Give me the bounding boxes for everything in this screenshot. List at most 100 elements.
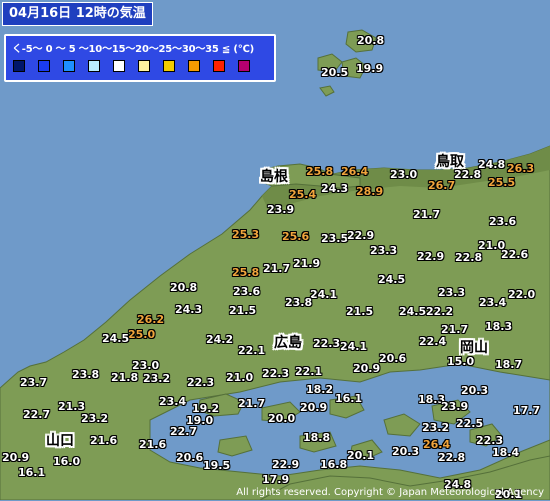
station-temperature: 22.9 bbox=[347, 229, 375, 242]
station-temperature: 21.6 bbox=[90, 434, 118, 447]
station-temperature: 18.3 bbox=[485, 320, 513, 333]
station-temperature: 25.4 bbox=[289, 188, 317, 201]
station-temperature: 20.8 bbox=[170, 281, 198, 294]
station-temperature: 20.8 bbox=[357, 34, 385, 47]
station-temperature: 22.2 bbox=[426, 305, 454, 318]
station-temperature: 24.3 bbox=[175, 303, 203, 316]
station-temperature: 23.2 bbox=[81, 412, 109, 425]
station-temperature: 28.9 bbox=[356, 185, 384, 198]
legend-swatch bbox=[163, 60, 175, 72]
station-temperature: 22.7 bbox=[170, 425, 198, 438]
station-temperature: 21.7 bbox=[413, 208, 441, 221]
prefecture-label-shimane: 島根 bbox=[260, 169, 288, 185]
station-temperature: 24.3 bbox=[321, 182, 349, 195]
station-temperature: 26.3 bbox=[507, 162, 535, 175]
station-temperature: 24.5 bbox=[102, 332, 130, 345]
legend-swatch bbox=[188, 60, 200, 72]
legend-swatch bbox=[113, 60, 125, 72]
station-temperature: 20.0 bbox=[268, 412, 296, 425]
station-temperature: 18.8 bbox=[303, 431, 331, 444]
station-temperature: 25.6 bbox=[282, 230, 310, 243]
station-temperature: 23.3 bbox=[370, 244, 398, 257]
station-temperature: 23.2 bbox=[422, 421, 450, 434]
station-temperature: 22.8 bbox=[438, 451, 466, 464]
station-temperature: 23.5 bbox=[321, 232, 349, 245]
prefecture-label-okayama: 岡山 bbox=[460, 340, 488, 356]
station-temperature: 23.4 bbox=[159, 395, 187, 408]
legend-swatch bbox=[238, 60, 250, 72]
station-temperature: 24.1 bbox=[340, 340, 368, 353]
station-temperature: 23.8 bbox=[72, 368, 100, 381]
station-temperature: 22.5 bbox=[456, 417, 484, 430]
station-temperature: 20.9 bbox=[2, 451, 30, 464]
station-temperature: 25.5 bbox=[488, 176, 516, 189]
legend-swatch bbox=[213, 60, 225, 72]
station-temperature: 16.1 bbox=[18, 466, 46, 479]
station-temperature: 25.8 bbox=[306, 165, 334, 178]
station-temperature: 18.2 bbox=[306, 383, 334, 396]
station-temperature: 22.9 bbox=[272, 458, 300, 471]
station-temperature: 23.9 bbox=[267, 203, 295, 216]
station-temperature: 21.0 bbox=[226, 371, 254, 384]
station-temperature: 26.4 bbox=[341, 165, 369, 178]
station-temperature: 20.1 bbox=[347, 449, 375, 462]
station-temperature: 25.0 bbox=[128, 328, 156, 341]
station-temperature: 20.5 bbox=[321, 66, 349, 79]
station-temperature: 25.3 bbox=[232, 228, 260, 241]
temperature-legend: く-5～ 0 ～ 5 ～10～15～20～25～30～35 ≦ (℃) bbox=[4, 34, 276, 82]
map-title: 04月16日 12時の気温 bbox=[2, 2, 153, 26]
station-temperature: 24.5 bbox=[399, 305, 427, 318]
station-temperature: 21.5 bbox=[346, 305, 374, 318]
station-temperature: 17.7 bbox=[513, 404, 541, 417]
station-temperature: 16.0 bbox=[53, 455, 81, 468]
station-temperature: 26.7 bbox=[428, 179, 456, 192]
station-temperature: 23.9 bbox=[441, 400, 469, 413]
station-temperature: 19.9 bbox=[356, 62, 384, 75]
station-temperature: 21.5 bbox=[229, 304, 257, 317]
prefecture-label-hiroshima: 広島 bbox=[274, 335, 302, 351]
station-temperature: 21.8 bbox=[111, 371, 139, 384]
station-temperature: 24.1 bbox=[310, 288, 338, 301]
station-temperature: 22.3 bbox=[262, 367, 290, 380]
station-temperature: 22.6 bbox=[501, 248, 529, 261]
legend-swatch bbox=[138, 60, 150, 72]
station-temperature: 20.3 bbox=[392, 445, 420, 458]
station-temperature: 23.6 bbox=[233, 285, 261, 298]
station-temperature: 22.0 bbox=[508, 288, 536, 301]
station-temperature: 21.9 bbox=[293, 257, 321, 270]
station-temperature: 22.1 bbox=[238, 344, 266, 357]
legend-swatch bbox=[88, 60, 100, 72]
station-temperature: 24.2 bbox=[206, 333, 234, 346]
legend-swatch bbox=[13, 60, 25, 72]
prefecture-label-yamaguchi: 山口 bbox=[46, 433, 74, 449]
station-temperature: 23.2 bbox=[143, 372, 171, 385]
station-temperature: 23.6 bbox=[489, 215, 517, 228]
station-temperature: 21.6 bbox=[139, 438, 167, 451]
station-temperature: 22.3 bbox=[313, 337, 341, 350]
legend-scale-label: く-5～ 0 ～ 5 ～10～15～20～25～30～35 ≦ (℃) bbox=[12, 44, 255, 55]
station-temperature: 24.8 bbox=[478, 158, 506, 171]
station-temperature: 22.3 bbox=[187, 376, 215, 389]
station-temperature: 16.1 bbox=[335, 392, 363, 405]
station-temperature: 17.9 bbox=[262, 473, 290, 486]
station-temperature: 22.7 bbox=[23, 408, 51, 421]
station-temperature: 26.2 bbox=[137, 313, 165, 326]
station-temperature: 19.5 bbox=[203, 459, 231, 472]
legend-swatch bbox=[38, 60, 50, 72]
station-temperature: 23.7 bbox=[20, 376, 48, 389]
station-temperature: 16.8 bbox=[320, 458, 348, 471]
station-temperature: 18.7 bbox=[495, 358, 523, 371]
station-temperature: 22.9 bbox=[417, 250, 445, 263]
station-temperature: 23.0 bbox=[390, 168, 418, 181]
station-temperature: 15.0 bbox=[447, 355, 475, 368]
legend-swatch bbox=[63, 60, 75, 72]
station-temperature: 23.8 bbox=[285, 296, 313, 309]
station-temperature: 22.8 bbox=[455, 251, 483, 264]
station-temperature: 18.4 bbox=[492, 446, 520, 459]
station-temperature: 20.9 bbox=[353, 362, 381, 375]
station-temperature: 20.3 bbox=[461, 384, 489, 397]
station-temperature: 20.6 bbox=[176, 451, 204, 464]
station-temperature: 22.8 bbox=[454, 168, 482, 181]
station-temperature: 22.4 bbox=[419, 335, 447, 348]
copyright-notice: All rights reserved. Copyright © Japan M… bbox=[236, 487, 544, 498]
